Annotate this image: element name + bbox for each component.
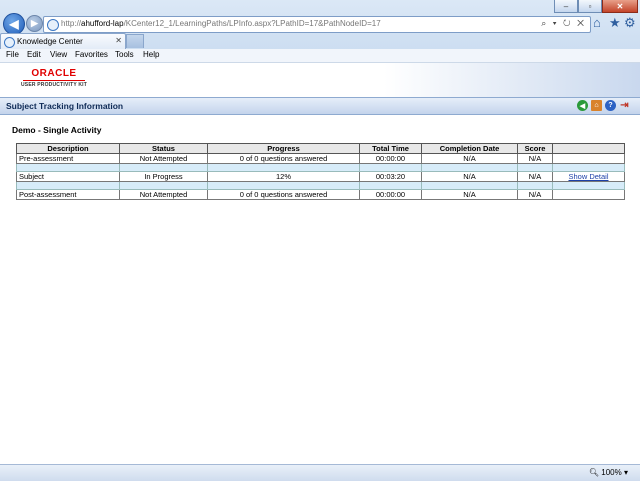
cell-completion-date: N/A [421,189,518,200]
spacer-cell [552,181,625,190]
column-header-description: Description [16,143,120,154]
section-header-bar: Subject Tracking Information ◀ ⌂ ? ⇥ [0,97,640,115]
logo-text: ORACLE [31,68,77,79]
show-detail-link[interactable]: Show Detail [568,172,608,181]
cell-description: Subject [16,171,120,182]
table-header-row: Description Status Progress Total Time C… [16,143,625,154]
menu-view[interactable]: View [50,50,67,59]
table-spacer-row [16,181,625,190]
url-host: ahufford-lap [81,19,124,28]
window-controls: – ▫ ✕ [554,0,638,13]
minimize-icon[interactable]: – [554,0,578,13]
logo-subtext: USER PRODUCTIVITY KIT [20,82,88,88]
cell-progress: 12% [207,171,360,182]
menu-file[interactable]: File [6,50,19,59]
tracking-table: Description Status Progress Total Time C… [16,143,625,200]
table-row: Pre-assessment Not Attempted 0 of 0 ques… [16,153,625,164]
cell-status: In Progress [119,171,208,182]
help-icon[interactable]: ? [605,100,616,111]
spacer-cell [16,181,120,190]
spacer-cell [421,181,518,190]
cell-total-time: 00:00:00 [359,189,422,200]
menu-help[interactable]: Help [143,50,159,59]
tab-favicon-icon [4,37,15,48]
address-tools[interactable]: ⌕ ▾ ↻ ✕ [541,18,586,29]
cell-action [552,153,625,164]
column-header-action [552,143,625,154]
cell-score: N/A [517,171,553,182]
cell-status: Not Attempted [119,153,208,164]
home-icon[interactable]: ⌂ [591,100,602,111]
spacer-cell [552,163,625,172]
spacer-cell [207,163,360,172]
spacer-cell [119,181,208,190]
cell-completion-date: N/A [421,171,518,182]
tab-close-icon[interactable]: ✕ [115,36,122,45]
spacer-cell [119,163,208,172]
new-tab-button[interactable] [126,34,144,48]
menu-tools[interactable]: Tools [115,50,134,59]
column-header-total-time: Total Time [359,143,422,154]
tab-title: Knowledge Center [17,37,83,46]
cell-total-time: 00:00:00 [359,153,422,164]
header-banner: ORACLE USER PRODUCTIVITY KIT [0,63,640,97]
spacer-cell [16,163,120,172]
cell-progress: 0 of 0 questions answered [207,189,360,200]
zoom-control[interactable]: 🔍︎ 100% ▾ [589,468,628,477]
go-back-icon[interactable]: ◀ [577,100,588,111]
maximize-icon[interactable]: ▫ [578,0,602,13]
browser-chrome: ◀ ▶ http://ahufford-lap/KCenter12_1/Lear… [0,0,640,63]
cell-description: Pre-assessment [16,153,120,164]
spacer-cell [421,163,518,172]
cell-score: N/A [517,189,553,200]
logo-divider [23,80,85,81]
table-row: Post-assessment Not Attempted 0 of 0 que… [16,189,625,200]
table-spacer-row [16,163,625,172]
status-bar: 🔍︎ 100% ▾ [0,464,640,481]
page-icon [47,19,59,31]
cell-action [552,189,625,200]
forward-icon[interactable]: ▶ [26,15,43,32]
oracle-logo: ORACLE USER PRODUCTIVITY KIT [17,68,91,88]
favorites-star-icon[interactable]: ★ [609,15,621,31]
column-header-progress: Progress [207,143,360,154]
browser-tab[interactable]: Knowledge Center ✕ [0,33,126,49]
table-row: Subject In Progress 12% 00:03:20 N/A N/A… [16,171,625,182]
url-text[interactable]: http://ahufford-lap/KCenter12_1/Learning… [61,19,381,28]
spacer-cell [359,163,422,172]
back-icon[interactable]: ◀ [3,13,25,35]
cell-progress: 0 of 0 questions answered [207,153,360,164]
cell-status: Not Attempted [119,189,208,200]
window-close-icon[interactable]: ✕ [602,0,638,13]
cell-action: Show Detail [552,171,625,182]
settings-gear-icon[interactable]: ⚙ [624,15,636,31]
url-prefix: http:// [61,19,82,28]
menu-edit[interactable]: Edit [27,50,41,59]
menu-bar: File Edit View Favorites Tools Help [0,49,640,63]
spacer-cell [517,181,553,190]
section-title: Subject Tracking Information [6,101,124,111]
cell-score: N/A [517,153,553,164]
course-title: Demo - Single Activity [12,125,102,135]
column-header-completion-date: Completion Date [421,143,518,154]
spacer-cell [207,181,360,190]
menu-favorites[interactable]: Favorites [75,50,108,59]
cell-description: Post-assessment [16,189,120,200]
spacer-cell [517,163,553,172]
spacer-cell [359,181,422,190]
column-header-score: Score [517,143,553,154]
column-header-status: Status [119,143,208,154]
home-icon[interactable]: ⌂ [593,15,601,30]
cell-total-time: 00:03:20 [359,171,422,182]
exit-icon[interactable]: ⇥ [619,100,630,111]
address-bar[interactable]: http://ahufford-lap/KCenter12_1/Learning… [43,16,591,33]
url-path: /KCenter12_1/LearningPaths/LPInfo.aspx?L… [123,19,381,28]
cell-completion-date: N/A [421,153,518,164]
zoom-level: 100% [601,468,622,477]
